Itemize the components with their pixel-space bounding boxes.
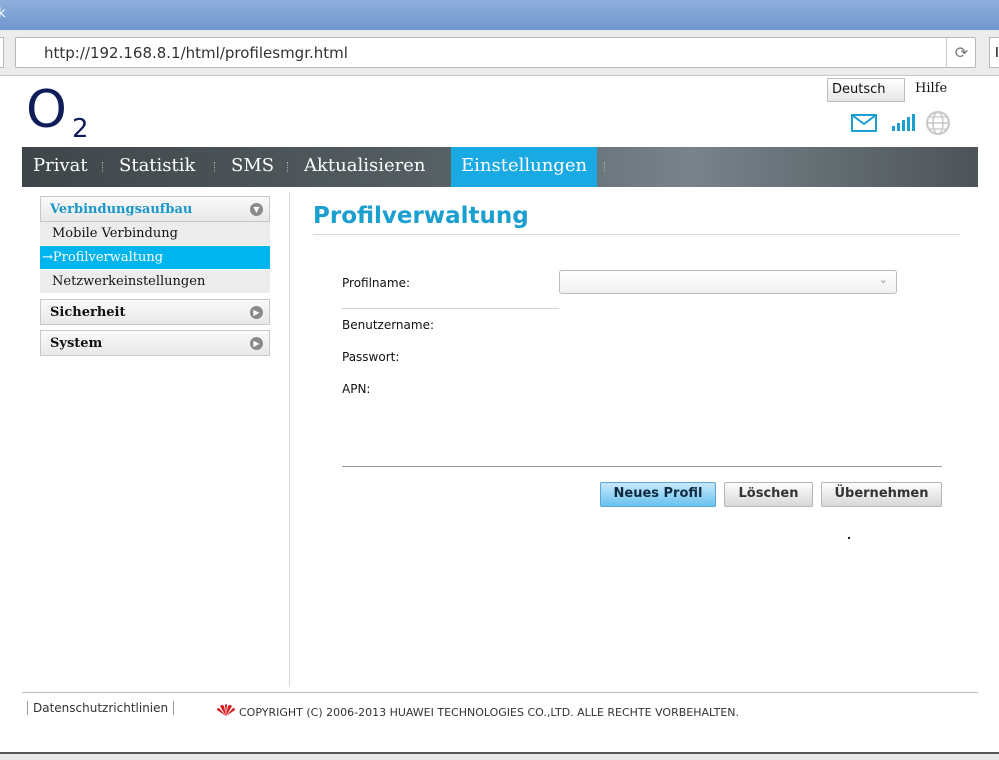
language-select[interactable]: Deutsch [827,78,905,102]
reload-icon[interactable]: ⟳ [946,37,976,68]
footer-divider [22,692,978,693]
copyright-text: COPYRIGHT (C) 2006-2013 HUAWEI TECHNOLOG… [239,706,740,719]
title-underline [313,234,960,235]
globe-icon [926,111,950,135]
window-title: k [0,6,6,21]
url-bar[interactable]: http://192.168.8.1/html/profilesmgr.html [15,37,976,68]
nav-statistik[interactable]: Statistik [119,147,195,187]
apply-button[interactable]: Übernehmen [821,482,942,507]
content-divider [289,192,290,687]
field-divider [342,308,559,309]
url-text: http://192.168.8.1/html/profilesmgr.html [44,44,348,62]
sidebar-item-mobile-verbindung[interactable]: Mobile Verbindung [40,222,270,246]
settings-sidebar: Verbindungsaufbau ▼ Mobile Verbindung →P… [40,196,270,356]
help-link[interactable]: Hilfe [915,81,947,96]
privacy-link[interactable]: Datenschutzrichtlinien [27,701,175,715]
nav-aktualisieren[interactable]: Aktualisieren [304,147,425,187]
logo-sub: 2 [72,114,89,144]
window-bottom-edge [0,752,999,760]
logo-main: O [26,80,67,140]
sidebar-section-sicherheit[interactable]: Sicherheit ▶ [40,299,270,325]
o2-logo[interactable]: O 2 [26,84,89,144]
window-titlebar: k [0,0,999,30]
sidebar-section-verbindungsaufbau[interactable]: Verbindungsaufbau ▼ [40,196,270,222]
delete-button[interactable]: Löschen [724,482,813,507]
nav-separator [287,162,289,172]
profile-select[interactable]: ⌄ [559,270,897,294]
chevron-down-icon: ⌄ [878,273,888,286]
chevron-right-icon: ▶ [250,337,263,350]
label-benutzername: Benutzername: [342,318,435,332]
nav-sms[interactable]: SMS [231,147,274,187]
label-apn: APN: [342,382,371,396]
chevron-down-icon: ▼ [250,203,263,216]
new-profile-button[interactable]: Neues Profil [600,482,716,507]
mail-icon[interactable] [851,114,877,132]
label-passwort: Passwort: [342,350,400,364]
chevron-right-icon: ▶ [250,306,263,319]
main-nav: Privat Statistik SMS Aktualisieren Einst… [22,147,978,187]
nav-separator [102,162,104,172]
nav-separator [604,162,606,172]
browser-toolbar: http://192.168.8.1/html/profilesmgr.html… [0,30,999,76]
huawei-logo-icon [217,704,235,716]
menu-button-stub[interactable]: I [989,37,999,68]
label-profilname: Profilname: [342,276,411,290]
sidebar-item-profilverwaltung[interactable]: →Profilverwaltung [40,246,270,270]
nav-privat[interactable]: Privat [33,147,88,187]
back-button-stub[interactable] [0,37,4,68]
sidebar-section-system[interactable]: System ▶ [40,330,270,356]
stray-dot [848,537,850,539]
sidebar-item-netzwerkeinstellungen[interactable]: Netzwerkeinstellungen [40,270,270,294]
nav-einstellungen[interactable]: Einstellungen [451,147,598,187]
page-title: Profilverwaltung [313,203,529,229]
signal-strength-icon [892,114,915,131]
button-divider [342,466,942,467]
nav-separator [214,162,216,172]
